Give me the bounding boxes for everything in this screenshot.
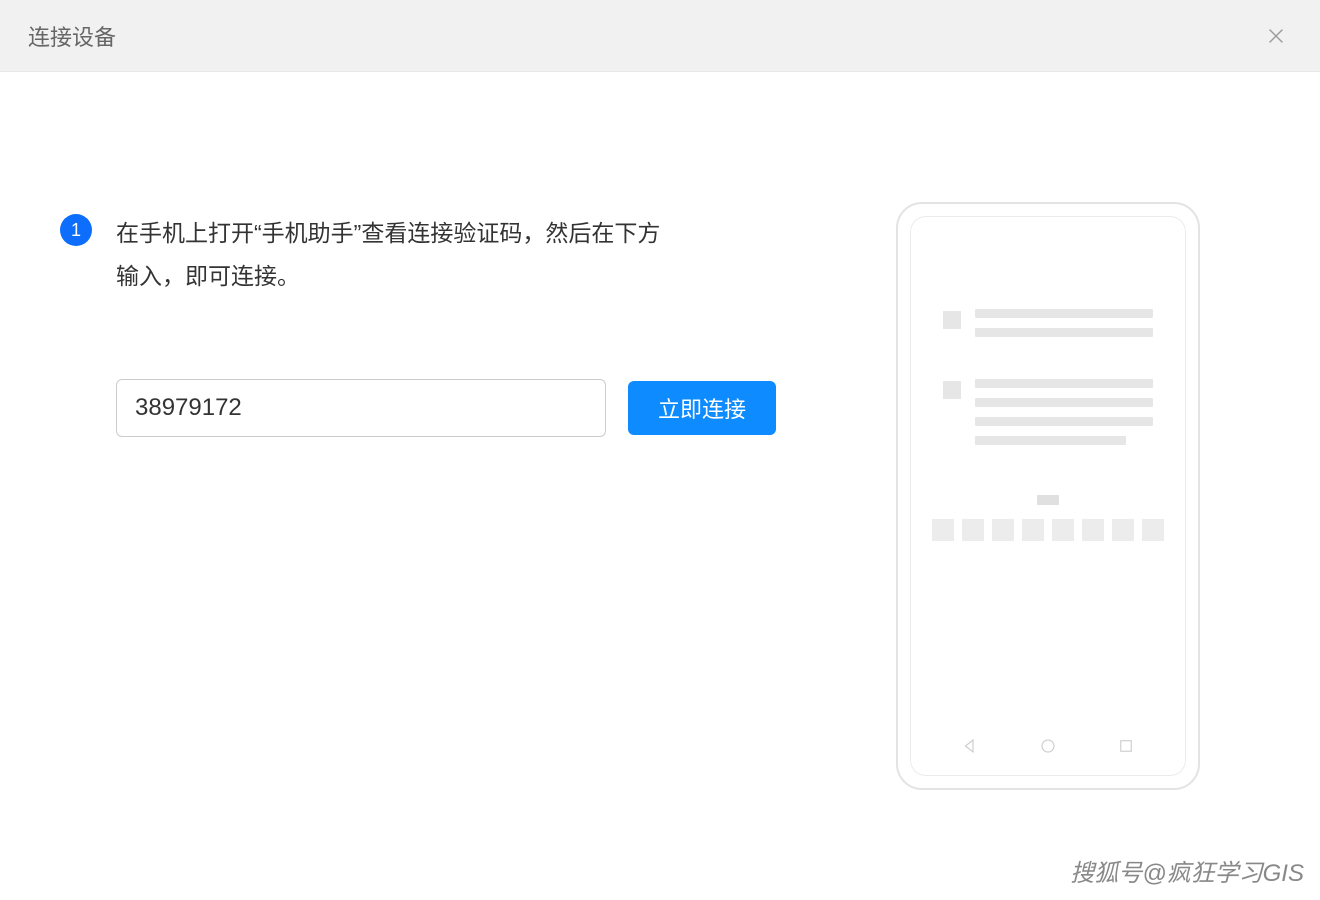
- skeleton-keypad-box: [932, 519, 954, 541]
- close-button[interactable]: [1260, 20, 1292, 52]
- skeleton-keypad-box: [1052, 519, 1074, 541]
- skeleton-line: [975, 398, 1153, 407]
- phone-illustration: [896, 202, 1200, 790]
- skeleton-line: [975, 379, 1153, 388]
- skeleton-square-icon: [943, 381, 961, 399]
- connect-button[interactable]: 立即连接: [628, 381, 776, 435]
- phone-nav-buttons: [911, 737, 1185, 755]
- skeleton-indicator: [1037, 495, 1059, 505]
- skeleton-pager: [943, 495, 1153, 541]
- dialog-content: 1 在手机上打开“手机助手”查看连接验证码，然后在下方输入，即可连接。 立即连接: [0, 72, 1320, 790]
- close-icon: [1265, 25, 1287, 47]
- skeleton-keypad-box: [962, 519, 984, 541]
- step-instruction-text: 在手机上打开“手机助手”查看连接验证码，然后在下方输入，即可连接。: [116, 212, 676, 297]
- instruction-panel: 1 在手机上打开“手机助手”查看连接验证码，然后在下方输入，即可连接。 立即连接: [60, 202, 856, 790]
- skeleton-keypad-box: [1112, 519, 1134, 541]
- watermark-text: 搜狐号@疯狂学习GIS: [1070, 853, 1304, 888]
- titlebar: 连接设备: [0, 0, 1320, 72]
- skeleton-keypad-box: [1142, 519, 1164, 541]
- step-row: 1 在手机上打开“手机助手”查看连接验证码，然后在下方输入，即可连接。: [60, 212, 856, 297]
- dialog-title: 连接设备: [28, 20, 116, 52]
- skeleton-keypad-box: [1082, 519, 1104, 541]
- home-icon: [1039, 737, 1057, 755]
- phone-screen: [910, 216, 1186, 776]
- skeleton-keypad-box: [992, 519, 1014, 541]
- back-icon: [961, 737, 979, 755]
- skeleton-line: [975, 417, 1153, 426]
- skeleton-square-icon: [943, 311, 961, 329]
- step-number-badge: 1: [60, 214, 92, 246]
- verification-code-input[interactable]: [116, 379, 606, 437]
- skeleton-block: [943, 309, 1153, 347]
- recent-icon: [1117, 737, 1135, 755]
- skeleton-keypad-box: [1022, 519, 1044, 541]
- skeleton-line: [975, 328, 1153, 337]
- skeleton-line: [975, 309, 1153, 318]
- input-row: 立即连接: [116, 379, 856, 437]
- skeleton-line: [975, 436, 1126, 445]
- skeleton-block: [943, 379, 1153, 455]
